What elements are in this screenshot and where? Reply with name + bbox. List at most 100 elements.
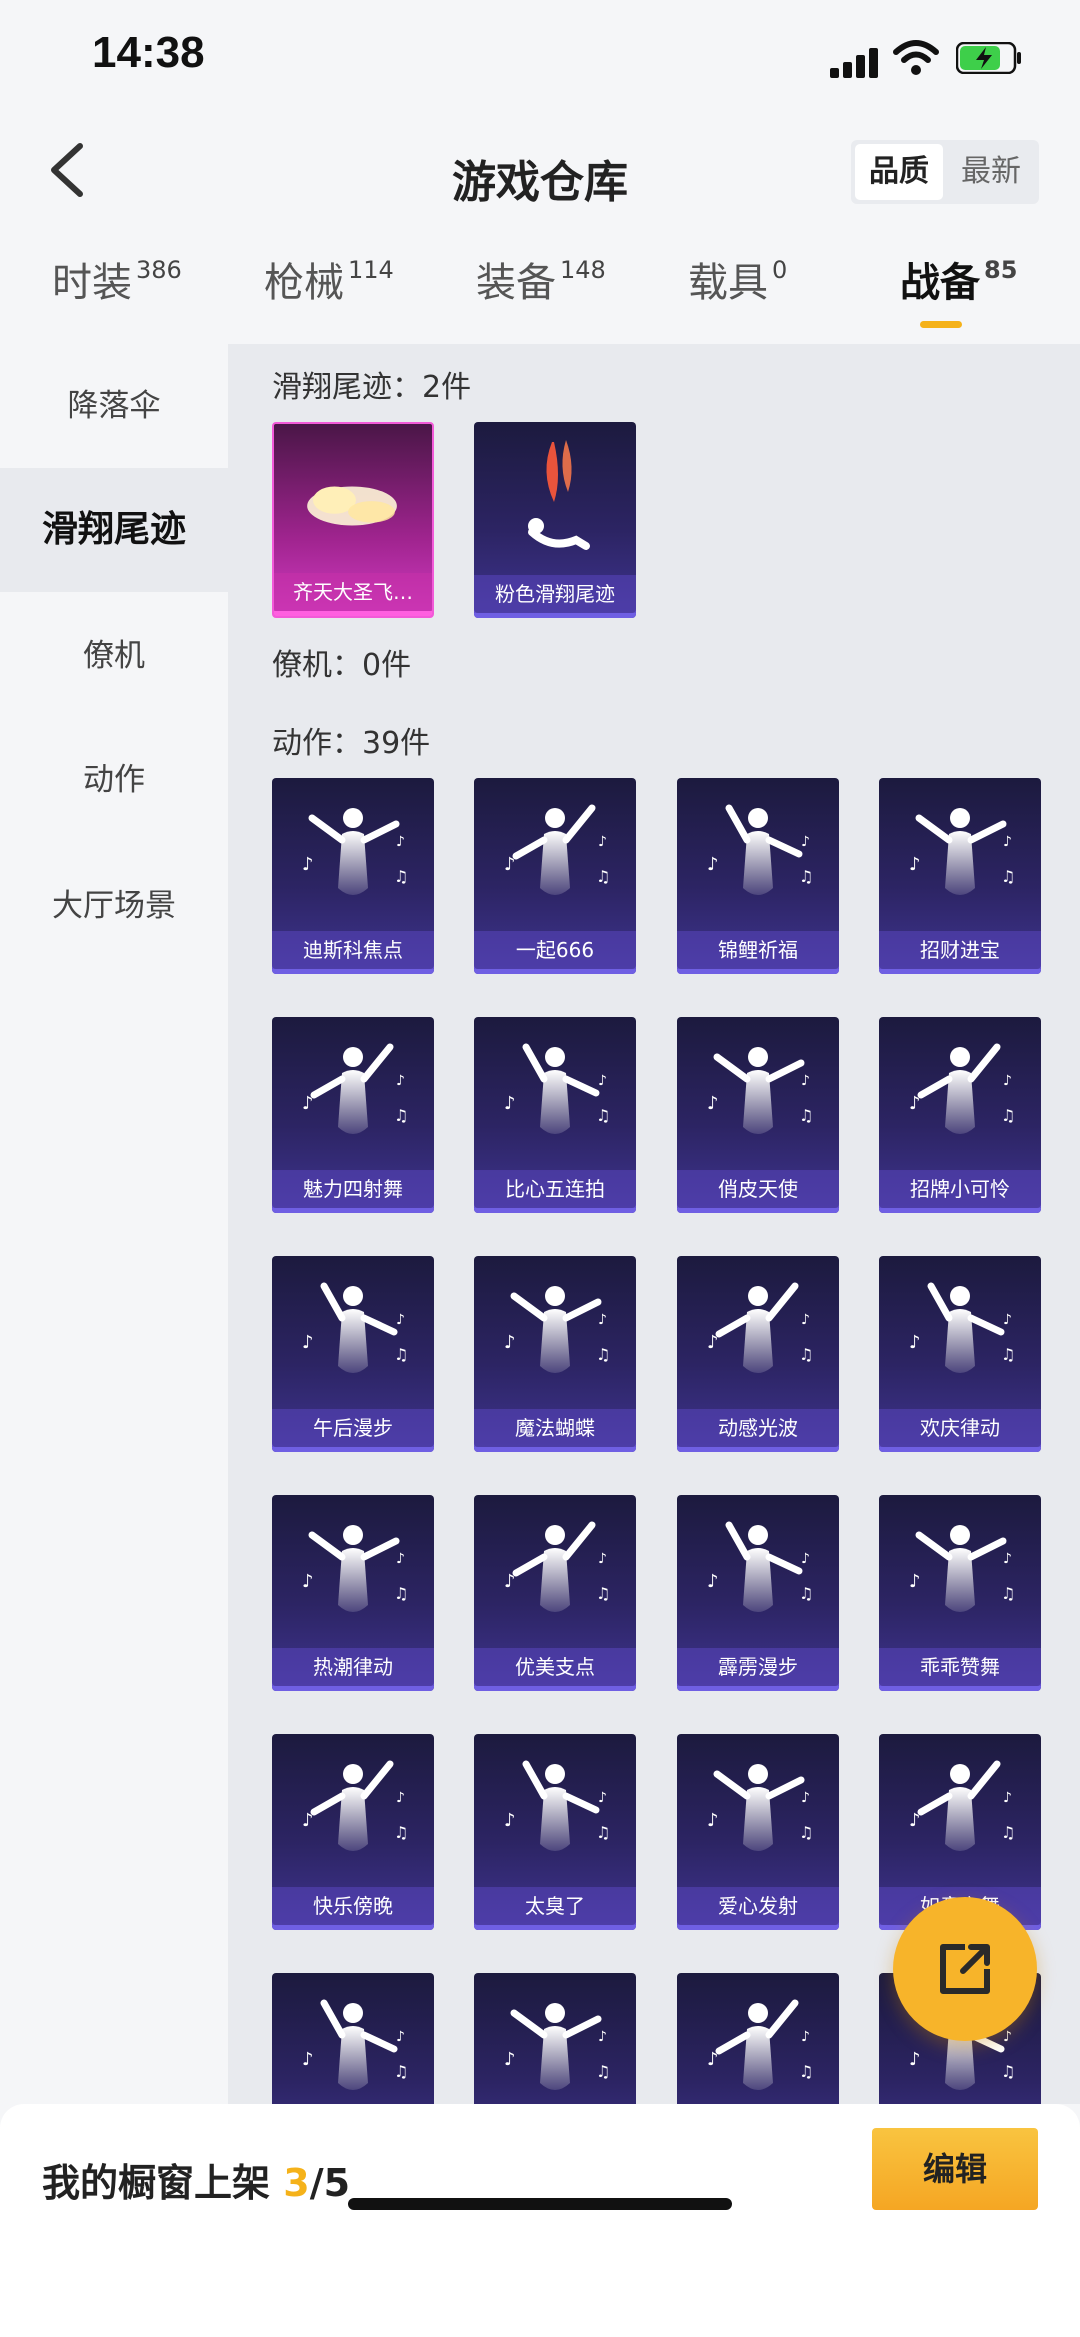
emote-card[interactable]: ♪ ♫ ♪ 魔法蝴蝶 bbox=[474, 1256, 636, 1452]
sort-newest-button[interactable]: 最新 bbox=[947, 144, 1035, 200]
svg-text:♪: ♪ bbox=[707, 1332, 719, 1353]
svg-text:♪: ♪ bbox=[504, 1093, 516, 1114]
dancer-silhouette-art: ♪ ♫ ♪ bbox=[909, 808, 1015, 895]
svg-text:♪: ♪ bbox=[396, 1073, 405, 1089]
svg-text:♪: ♪ bbox=[504, 2049, 516, 2070]
emote-card[interactable]: ♪ ♫ ♪ 爱心发射 bbox=[677, 1734, 839, 1930]
svg-text:♫: ♫ bbox=[394, 2062, 408, 2081]
svg-text:♪: ♪ bbox=[598, 1790, 607, 1806]
emote-card[interactable]: ♪ ♫ ♪ 招财进宝 bbox=[879, 778, 1041, 974]
sort-toggle: 品质 最新 bbox=[851, 140, 1039, 204]
svg-text:♪: ♪ bbox=[1003, 1073, 1012, 1089]
svg-text:♪: ♪ bbox=[801, 1073, 810, 1089]
tab-fashion[interactable]: 时装 386 bbox=[52, 250, 182, 308]
emote-card[interactable]: ♪ ♫ ♪ bbox=[677, 1973, 839, 2104]
svg-text:♫: ♫ bbox=[1001, 1823, 1015, 1842]
dancer-silhouette-art: ♪ ♫ ♪ bbox=[302, 1760, 408, 1851]
sidebar-item-parachute[interactable]: 降落伞 bbox=[0, 344, 228, 468]
svg-text:♪: ♪ bbox=[302, 1332, 314, 1353]
svg-text:♫: ♫ bbox=[799, 867, 813, 886]
dancer-silhouette-art: ♪ ♫ ♪ bbox=[909, 1043, 1015, 1134]
category-tabs: 时装 386 枪械 114 装备 148 载具 0 战备 85 bbox=[0, 240, 1080, 340]
item-name: 齐天大圣飞… bbox=[274, 573, 432, 611]
sidebar-item-emotes[interactable]: 动作 bbox=[0, 718, 228, 842]
sort-quality-button[interactable]: 品质 bbox=[855, 144, 943, 200]
dancer-silhouette-art: ♪ ♫ ♪ bbox=[707, 1999, 813, 2090]
tab-equipment[interactable]: 装备 148 bbox=[476, 250, 606, 308]
dancer-silhouette-art: ♪ ♫ ♪ bbox=[504, 2003, 610, 2090]
dancer-silhouette-art: ♪ ♫ ♪ bbox=[909, 1760, 1015, 1851]
sidebar: 降落伞 滑翔尾迹 僚机 动作 大厅场景 bbox=[0, 344, 228, 2104]
svg-text:♪: ♪ bbox=[504, 1332, 516, 1353]
emote-card[interactable]: ♪ ♫ ♪ 迪斯科焦点 bbox=[272, 778, 434, 974]
svg-text:♪: ♪ bbox=[598, 2029, 607, 2045]
tab-combat-gear[interactable]: 战备 85 bbox=[900, 250, 1017, 308]
item-card[interactable]: 齐天大圣飞… bbox=[272, 422, 434, 618]
sidebar-item-wingman[interactable]: 僚机 bbox=[0, 594, 228, 718]
smoke-trail-art bbox=[528, 440, 590, 550]
svg-text:♫: ♫ bbox=[1001, 1345, 1015, 1364]
showcase-counter: 我的橱窗上架 3/5 bbox=[42, 2161, 351, 2205]
nav-bar: 游戏仓库 品质 最新 bbox=[0, 120, 1080, 225]
svg-text:♪: ♪ bbox=[396, 834, 405, 850]
emote-card[interactable]: ♪ ♫ ♪ bbox=[272, 1973, 434, 2104]
sidebar-item-glide-trail[interactable]: 滑翔尾迹 bbox=[0, 468, 228, 592]
emote-name: 爱心发射 bbox=[677, 1887, 839, 1925]
share-button[interactable] bbox=[893, 1897, 1037, 2041]
svg-text:♫: ♫ bbox=[596, 2062, 610, 2081]
svg-text:♪: ♪ bbox=[1003, 1551, 1012, 1567]
emote-card[interactable]: ♪ ♫ ♪ 快乐傍晚 bbox=[272, 1734, 434, 1930]
svg-text:♫: ♫ bbox=[596, 1823, 610, 1842]
tab-vehicles[interactable]: 载具 0 bbox=[688, 250, 787, 308]
emote-card[interactable]: ♪ ♫ ♪ 一起666 bbox=[474, 778, 636, 974]
item-name: 粉色滑翔尾迹 bbox=[474, 575, 636, 613]
emote-card[interactable]: ♪ ♫ ♪ 乖乖赞舞 bbox=[879, 1495, 1041, 1691]
svg-text:♪: ♪ bbox=[598, 1073, 607, 1089]
emote-card[interactable]: ♪ ♫ ♪ 热潮律动 bbox=[272, 1495, 434, 1691]
emote-card[interactable]: ♪ ♫ ♪ 比心五连拍 bbox=[474, 1017, 636, 1213]
battery-icon bbox=[956, 42, 1021, 74]
dancer-silhouette-art: ♪ ♫ ♪ bbox=[504, 1286, 610, 1373]
svg-text:♪: ♪ bbox=[909, 2049, 921, 2070]
edit-button[interactable]: 编辑 bbox=[872, 2128, 1038, 2210]
emote-name: 欢庆律动 bbox=[879, 1409, 1041, 1447]
emote-card[interactable]: ♪ ♫ ♪ 动感光波 bbox=[677, 1256, 839, 1452]
emote-card[interactable]: ♪ ♫ ♪ 锦鲤祈福 bbox=[677, 778, 839, 974]
emote-card[interactable]: ♪ ♫ ♪ bbox=[474, 1973, 636, 2104]
dancer-silhouette-art: ♪ ♫ ♪ bbox=[504, 1760, 610, 1851]
emote-card[interactable]: ♪ ♫ ♪ 太臭了 bbox=[474, 1734, 636, 1930]
svg-text:♫: ♫ bbox=[799, 1106, 813, 1125]
svg-text:♪: ♪ bbox=[707, 1810, 719, 1831]
svg-text:♫: ♫ bbox=[596, 1584, 610, 1603]
wifi-icon bbox=[893, 40, 939, 75]
svg-text:♪: ♪ bbox=[396, 1551, 405, 1567]
svg-text:♫: ♫ bbox=[1001, 1584, 1015, 1603]
tab-guns[interactable]: 枪械 114 bbox=[264, 250, 394, 308]
svg-text:♪: ♪ bbox=[909, 1810, 921, 1831]
svg-text:♪: ♪ bbox=[909, 1571, 921, 1592]
emote-card[interactable]: ♪ ♫ ♪ 招牌小可怜 bbox=[879, 1017, 1041, 1213]
emote-name: 一起666 bbox=[474, 931, 636, 969]
svg-text:♫: ♫ bbox=[596, 867, 610, 886]
emote-card[interactable]: ♪ ♫ ♪ 优美支点 bbox=[474, 1495, 636, 1691]
item-card[interactable]: 粉色滑翔尾迹 bbox=[474, 422, 636, 618]
emote-card[interactable]: ♪ ♫ ♪ 俏皮天使 bbox=[677, 1017, 839, 1213]
dancer-silhouette-art: ♪ ♫ ♪ bbox=[707, 804, 813, 895]
emote-card[interactable]: ♪ ♫ ♪ 霹雳漫步 bbox=[677, 1495, 839, 1691]
emote-card[interactable]: ♪ ♫ ♪ 魅力四射舞 bbox=[272, 1017, 434, 1213]
emote-card[interactable]: ♪ ♫ ♪ 欢庆律动 bbox=[879, 1256, 1041, 1452]
dancer-silhouette-art: ♪ ♫ ♪ bbox=[302, 1525, 408, 1612]
svg-text:♪: ♪ bbox=[302, 854, 314, 875]
svg-text:♪: ♪ bbox=[909, 854, 921, 875]
dancer-silhouette-art: ♪ ♫ ♪ bbox=[909, 1282, 1015, 1373]
status-bar: 14:38 bbox=[0, 0, 1080, 120]
svg-text:♪: ♪ bbox=[504, 1810, 516, 1831]
svg-text:♫: ♫ bbox=[394, 1345, 408, 1364]
svg-text:♪: ♪ bbox=[396, 1312, 405, 1328]
dancer-silhouette-art: ♪ ♫ ♪ bbox=[504, 804, 610, 895]
svg-text:♪: ♪ bbox=[598, 1551, 607, 1567]
emote-card[interactable]: ♪ ♫ ♪ 午后漫步 bbox=[272, 1256, 434, 1452]
sidebar-item-lobby-scene[interactable]: 大厅场景 bbox=[0, 844, 228, 968]
svg-text:♫: ♫ bbox=[799, 1345, 813, 1364]
svg-text:♪: ♪ bbox=[909, 1093, 921, 1114]
